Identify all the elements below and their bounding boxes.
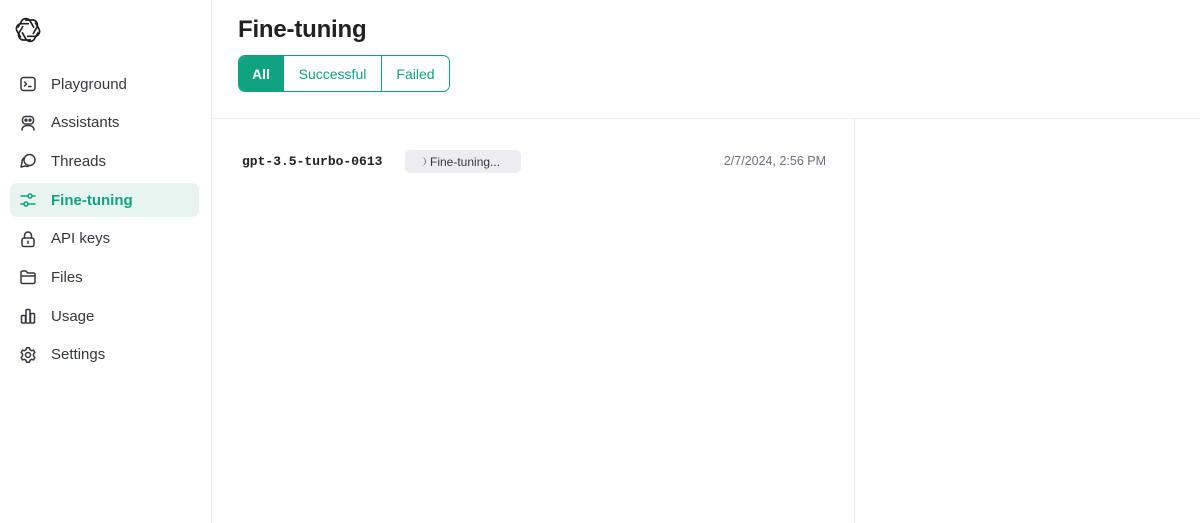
sidebar-item-playground[interactable]: Playground bbox=[10, 67, 199, 101]
chat-bubbles-icon bbox=[19, 152, 37, 170]
sidebar-item-fine-tuning[interactable]: Fine-tuning bbox=[10, 183, 199, 218]
sidebar-item-label: Playground bbox=[51, 75, 127, 93]
job-list-item[interactable]: gpt-3.5-turbo-0613 Fine-tuning... 2/7/20… bbox=[242, 149, 826, 175]
sidebar-item-label: Fine-tuning bbox=[51, 191, 133, 209]
filter-failed-button[interactable]: Failed bbox=[382, 56, 449, 91]
filter-successful-button[interactable]: Successful bbox=[284, 56, 382, 91]
gear-icon bbox=[19, 346, 37, 364]
sidebar-item-threads[interactable]: Threads bbox=[10, 144, 199, 178]
sidebar-item-label: API keys bbox=[51, 230, 111, 248]
openai-logo-icon[interactable] bbox=[14, 16, 42, 44]
sidebar-nav: Playground Assistants Threads Fine-tunin… bbox=[10, 67, 199, 377]
robot-icon bbox=[19, 114, 37, 132]
status-badge-label: Fine-tuning... bbox=[430, 154, 501, 169]
sidebar: Playground Assistants Threads Fine-tunin… bbox=[0, 0, 212, 523]
job-detail-pane bbox=[855, 119, 1200, 523]
status-badge: Fine-tuning... bbox=[405, 150, 521, 173]
main-content: Fine-tuning All Successful Failed gpt-3.… bbox=[212, 0, 1200, 523]
sidebar-item-api-keys[interactable]: API keys bbox=[10, 222, 199, 256]
terminal-icon bbox=[19, 75, 37, 93]
filter-all-button[interactable]: All bbox=[239, 56, 284, 91]
sidebar-item-files[interactable]: Files bbox=[10, 260, 199, 294]
sidebar-item-label: Usage bbox=[51, 307, 95, 325]
sidebar-item-label: Assistants bbox=[51, 114, 120, 132]
bar-chart-icon bbox=[19, 307, 37, 325]
app-window: Playground Assistants Threads Fine-tunin… bbox=[0, 0, 1200, 523]
sidebar-item-assistants[interactable]: Assistants bbox=[10, 106, 199, 140]
job-model-name: gpt-3.5-turbo-0613 bbox=[242, 154, 383, 169]
lock-icon bbox=[19, 230, 37, 248]
job-timestamp: 2/7/2024, 2:56 PM bbox=[723, 154, 826, 168]
page-title: Fine-tuning bbox=[238, 16, 367, 43]
sliders-icon bbox=[19, 191, 37, 209]
sidebar-item-usage[interactable]: Usage bbox=[10, 299, 199, 333]
status-filter: All Successful Failed bbox=[238, 55, 450, 92]
sidebar-item-label: Threads bbox=[51, 152, 107, 170]
folder-icon bbox=[19, 268, 37, 286]
sidebar-item-label: Settings bbox=[51, 346, 106, 364]
sidebar-item-settings[interactable]: Settings bbox=[10, 338, 199, 372]
spinner-icon bbox=[419, 157, 426, 166]
sidebar-item-label: Files bbox=[51, 268, 83, 286]
